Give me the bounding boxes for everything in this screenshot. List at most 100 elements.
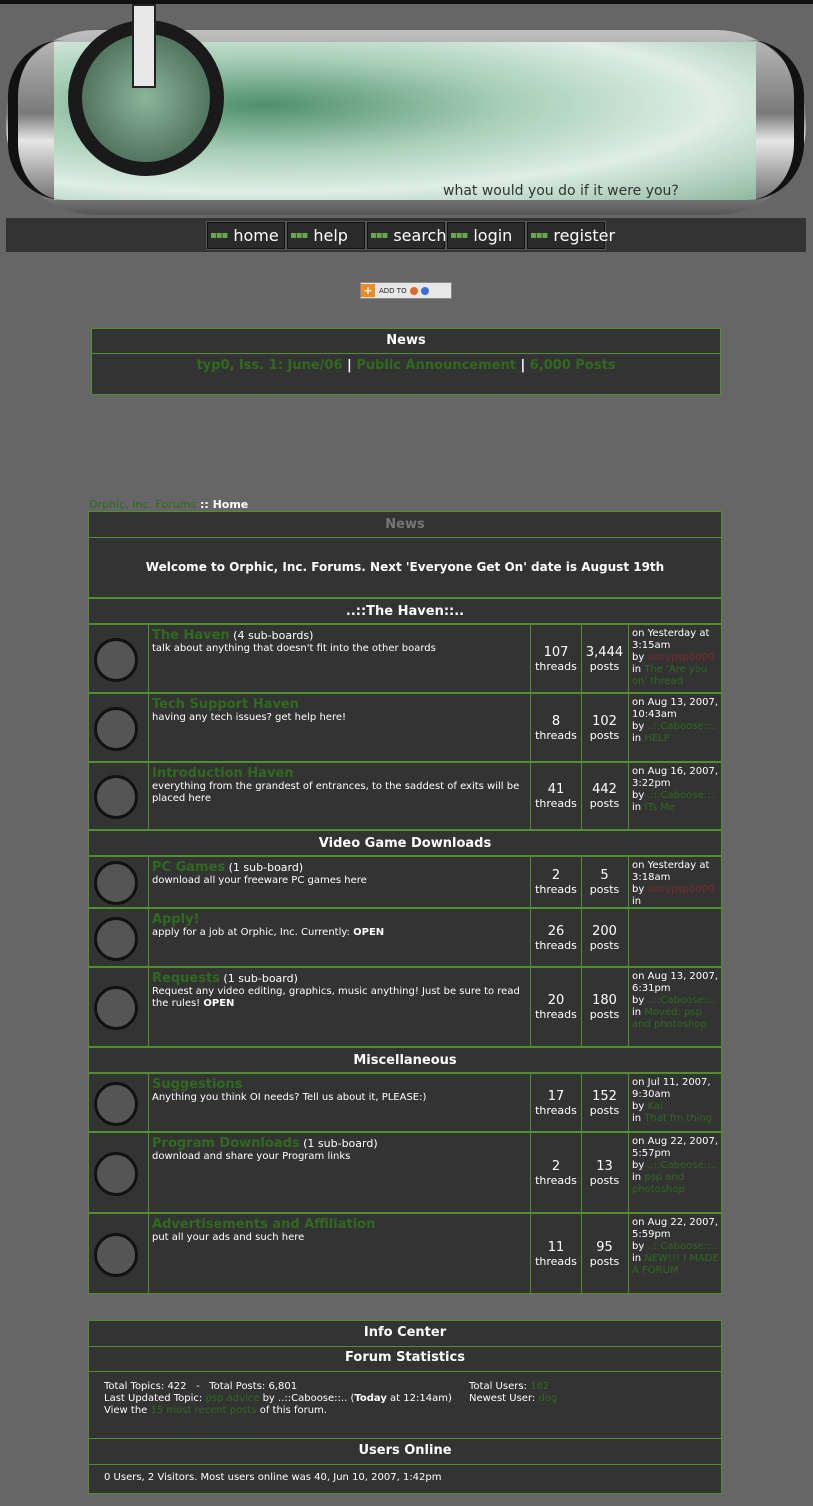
last-post-topic-link[interactable]: The 'Are you on' thread	[632, 664, 707, 687]
firefox-icon	[409, 286, 418, 295]
total-users[interactable]: 182	[530, 1381, 549, 1392]
post-count: 152 posts	[581, 1074, 629, 1131]
board-row[interactable]: Program Downloads (1 sub-board) download…	[88, 1132, 722, 1213]
last-post-user-link[interactable]: ..::Caboose::..	[647, 1241, 716, 1252]
post-count: 180 posts	[581, 968, 629, 1046]
thread-count: 41 threads	[530, 763, 582, 829]
board-title-link[interactable]: Requests	[152, 971, 220, 986]
circle-icon	[94, 986, 138, 1030]
board-info: PC Games (1 sub-board) download all your…	[152, 860, 526, 887]
board-news-title: News	[89, 512, 721, 538]
add-to-button[interactable]: + ADD TO	[360, 282, 452, 299]
last-post-user-link[interactable]: ..::Caboose::..	[647, 1160, 716, 1171]
circle-icon	[94, 775, 138, 819]
separator: |	[347, 358, 352, 373]
last-post-user-link[interactable]: sonypsp0009	[647, 652, 714, 663]
nav-login-button[interactable]: ▪▪▪ login	[446, 221, 526, 250]
last-post-topic-link[interactable]: NEW!!! I MADE A FORUM	[632, 1253, 719, 1276]
last-post-info: on Yesterday at 3:15am by sonypsp0009 in…	[632, 628, 715, 687]
info-center: Info Center Forum Statistics Total Topic…	[88, 1320, 722, 1494]
news-link-announcement[interactable]: Public Announcement	[356, 358, 516, 373]
newest-user-link[interactable]: dog	[538, 1393, 557, 1404]
last-post-topic-link[interactable]: That fm thing	[644, 1113, 712, 1124]
board-subboards: (1 sub-board)	[303, 1137, 378, 1150]
site-banner: what would you do if it were you?	[6, 4, 806, 215]
board-description: Request any video editing, graphics, mus…	[152, 986, 520, 1009]
last-post-info: on Aug 22, 2007, 5:57pm by ..::Caboose::…	[632, 1136, 719, 1195]
circle-icon	[94, 638, 138, 682]
thread-count: 11 threads	[530, 1214, 582, 1293]
board-info: The Haven (4 sub-boards) talk about anyt…	[152, 628, 526, 655]
last-post-info: on Aug 16, 2007, 3:22pm by ..::Caboose::…	[632, 766, 719, 813]
board-subboards: (4 sub-boards)	[233, 629, 314, 642]
last-post-user-link[interactable]: sonypsp0009	[647, 884, 714, 895]
breadcrumb: Orphic, Inc. Forums :: Home	[89, 498, 248, 511]
last-post-user-link[interactable]: ..::Caboose::..	[647, 995, 716, 1006]
dots-icon: ▪▪▪	[210, 230, 228, 241]
separator: |	[520, 358, 526, 373]
recent-posts-link[interactable]: 15 most recent posts	[151, 1405, 257, 1416]
board-row[interactable]: Advertisements and Affiliation put all y…	[88, 1213, 722, 1294]
last-post-topic-link[interactable]: ITs Me	[644, 802, 675, 813]
board-row[interactable]: Suggestions Anything you think OI needs?…	[88, 1073, 722, 1132]
last-post-user-link[interactable]: ..::Caboose::..	[647, 721, 716, 732]
nav-bar: ▪▪▪ home ▪▪▪ help ▪▪▪ search ▪▪▪ login ▪▪▪ re…	[6, 218, 806, 252]
breadcrumb-forum-link[interactable]: Orphic, Inc. Forums	[89, 498, 196, 511]
board-title-link[interactable]: Suggestions	[152, 1077, 242, 1092]
board-status-icon	[89, 1214, 149, 1293]
thread-count: 107 threads	[530, 625, 582, 692]
board-row[interactable]: The Haven (4 sub-boards) talk about anyt…	[88, 624, 722, 693]
news-box-title: News	[92, 329, 720, 354]
board-title-link[interactable]: Apply!	[152, 912, 200, 927]
last-post-info: on Aug 13, 2007, 6:31pm by ..::Caboose::…	[632, 971, 719, 1030]
board-status-icon	[89, 857, 149, 907]
total-posts: Total Posts: 6,801	[209, 1381, 298, 1392]
post-count: 13 posts	[581, 1133, 629, 1212]
post-count: 102 posts	[581, 694, 629, 761]
last-post-info: on Yesterday at 3:18am by sonypsp0009 in	[632, 860, 715, 907]
news-link-issue[interactable]: typ0, Iss. 1: June/06	[196, 358, 342, 373]
board-row[interactable]: Tech Support Haven having any tech issue…	[88, 693, 722, 762]
nav-register-button[interactable]: ▪▪▪ register	[526, 221, 615, 250]
thread-count: 26 threads	[530, 909, 582, 966]
nav-search-button[interactable]: ▪▪▪ search	[366, 221, 447, 250]
post-count: 95 posts	[581, 1214, 629, 1293]
last-topic-link[interactable]: psp advice	[205, 1393, 259, 1404]
plus-icon: +	[361, 284, 375, 297]
total-topics: Total Topics: 422	[104, 1381, 187, 1392]
news-link-posts[interactable]: 6,000 Posts	[530, 358, 616, 373]
board-title-link[interactable]: Introduction Haven	[152, 766, 294, 781]
banner-left-wing	[8, 40, 64, 200]
board-row[interactable]: Apply! apply for a job at Orphic, Inc. C…	[88, 908, 722, 967]
board-row[interactable]: Requests (1 sub-board) Request any video…	[88, 967, 722, 1047]
board-row[interactable]: PC Games (1 sub-board) download all your…	[88, 856, 722, 908]
last-post-user-link[interactable]: Kai	[647, 1101, 662, 1112]
dots-icon: ▪▪▪	[370, 230, 388, 241]
board-info: Apply! apply for a job at Orphic, Inc. C…	[152, 912, 526, 939]
dots-icon: ▪▪▪	[450, 230, 468, 241]
dots-icon: ▪▪▪	[530, 230, 548, 241]
news-box: News typ0, Iss. 1: June/06 | Public Anno…	[91, 328, 721, 395]
nav-home-button[interactable]: ▪▪▪ home	[206, 221, 286, 250]
board-status-icon	[89, 968, 149, 1046]
board-title-link[interactable]: The Haven	[152, 628, 230, 643]
last-post-topic-link[interactable]: HELP	[644, 733, 669, 744]
board-description: download all your freeware PC games here	[152, 875, 367, 886]
power-logo-bar	[132, 4, 156, 88]
post-count: 442 posts	[581, 763, 629, 829]
nav-help-button[interactable]: ▪▪▪ help	[286, 221, 366, 250]
forum-statistics-title: Forum Statistics	[89, 1346, 721, 1372]
board-news: News Welcome to Orphic, Inc. Forums. Nex…	[88, 511, 722, 598]
category-header: ..::The Haven::..	[88, 598, 722, 624]
board-info: Tech Support Haven having any tech issue…	[152, 697, 526, 724]
board-title-link[interactable]: Advertisements and Affiliation	[152, 1217, 375, 1232]
thread-count: 20 threads	[530, 968, 582, 1046]
last-post-topic-link[interactable]: Moved: psp and photoshop	[632, 1007, 707, 1030]
board-row[interactable]: Introduction Haven everything from the g…	[88, 762, 722, 830]
board-title-link[interactable]: Program Downloads	[152, 1136, 300, 1151]
last-post-user-link[interactable]: ..::Caboose::..	[647, 790, 716, 801]
board-title-link[interactable]: PC Games	[152, 860, 225, 875]
last-post-info: on Jul 11, 2007, 9:30am by Kai in That f…	[632, 1077, 713, 1124]
thread-count: 2 threads	[530, 857, 582, 907]
board-title-link[interactable]: Tech Support Haven	[152, 697, 299, 712]
